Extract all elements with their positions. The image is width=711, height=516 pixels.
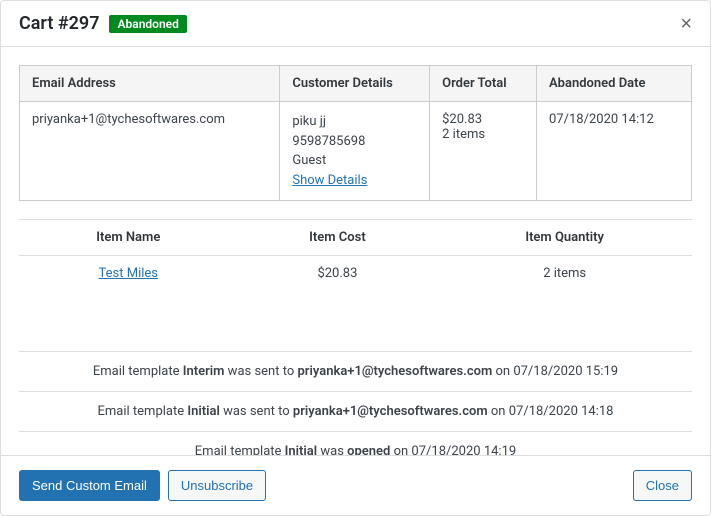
cart-modal: Cart #297 Abandoned × Email Address Cust… <box>0 0 711 516</box>
col-date: Abandoned Date <box>537 66 692 102</box>
item-link[interactable]: Test Miles <box>99 266 158 281</box>
customer-type: Guest <box>292 151 417 171</box>
activity-template: Initial <box>285 444 317 455</box>
page-title: Cart #297 <box>19 13 99 34</box>
activity-suffix: on 07/18/2020 14:18 <box>488 404 614 419</box>
modal-footer: Send Custom Email Unsubscribe Close <box>1 455 710 516</box>
total-items: 2 items <box>442 127 524 142</box>
send-custom-email-button[interactable]: Send Custom Email <box>19 470 160 502</box>
activity-template: Initial <box>187 404 219 419</box>
total-cell: $20.83 2 items <box>430 102 537 201</box>
customer-name: piku jj <box>292 112 417 132</box>
header-left: Cart #297 Abandoned <box>19 13 187 34</box>
activity-template: Interim <box>183 364 225 379</box>
total-amount: $20.83 <box>442 112 524 127</box>
activity-target: opened <box>347 444 390 455</box>
col-item-name: Item Name <box>19 220 238 256</box>
items-table: Item Name Item Cost Item Quantity Test M… <box>19 219 692 291</box>
show-details-link[interactable]: Show Details <box>292 173 367 188</box>
col-total: Order Total <box>430 66 537 102</box>
modal-header: Cart #297 Abandoned × <box>1 1 710 47</box>
item-row: Test Miles $20.83 2 items <box>19 256 692 292</box>
activity-mid: was <box>317 444 347 455</box>
close-button[interactable]: Close <box>633 470 692 502</box>
item-cost-cell: $20.83 <box>238 256 438 292</box>
details-row: priyanka+1@tychesoftwares.com piku jj 95… <box>20 102 692 201</box>
col-customer: Customer Details <box>280 66 430 102</box>
activity-log: Email template Interim was sent to priya… <box>19 351 692 455</box>
activity-prefix: Email template <box>195 444 285 455</box>
status-badge: Abandoned <box>109 15 186 33</box>
unsubscribe-button[interactable]: Unsubscribe <box>168 470 266 502</box>
footer-left: Send Custom Email Unsubscribe <box>19 470 266 502</box>
modal-body: Email Address Customer Details Order Tot… <box>1 47 710 455</box>
activity-mid: was sent to <box>224 364 297 379</box>
activity-prefix: Email template <box>93 364 183 379</box>
activity-entry: Email template Interim was sent to priya… <box>19 352 692 392</box>
email-cell: priyanka+1@tychesoftwares.com <box>20 102 280 201</box>
date-cell: 07/18/2020 14:12 <box>537 102 692 201</box>
customer-cell: piku jj 9598785698 Guest Show Details <box>280 102 430 201</box>
activity-suffix: on 07/18/2020 14:19 <box>390 444 516 455</box>
item-qty-cell: 2 items <box>437 256 692 292</box>
activity-prefix: Email template <box>98 404 188 419</box>
activity-entry: Email template Initial was sent to priya… <box>19 392 692 432</box>
col-item-qty: Item Quantity <box>437 220 692 256</box>
customer-phone: 9598785698 <box>292 132 417 152</box>
item-name-cell: Test Miles <box>19 256 238 292</box>
activity-mid: was sent to <box>220 404 293 419</box>
activity-target: priyanka+1@tychesoftwares.com <box>297 364 492 379</box>
details-table: Email Address Customer Details Order Tot… <box>19 65 692 201</box>
col-email: Email Address <box>20 66 280 102</box>
close-icon[interactable]: × <box>680 14 692 34</box>
col-item-cost: Item Cost <box>238 220 438 256</box>
activity-target: priyanka+1@tychesoftwares.com <box>293 404 488 419</box>
activity-entry: Email template Initial was opened on 07/… <box>19 432 692 455</box>
activity-suffix: on 07/18/2020 15:19 <box>492 364 618 379</box>
